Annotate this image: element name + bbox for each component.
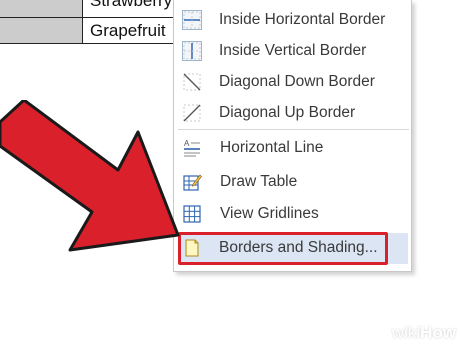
table-cell-shaded[interactable] [0,0,83,18]
inside-vertical-border-icon [182,41,202,61]
menu-item-label: Inside Horizontal Border [219,11,386,28]
menu-item-label: Draw Table [220,173,298,190]
menu-item-horizontal-line[interactable]: A Horizontal Line [174,133,411,164]
menu-item-label: Inside Vertical Border [219,42,367,59]
inside-horizontal-border-icon [182,10,202,30]
menu-item-diagonal-down-border[interactable]: Diagonal Down Border [174,67,411,98]
pointer-arrow-icon [0,100,180,252]
watermark-logo: wikiHow [391,323,456,342]
highlight-outline [178,232,388,265]
table-row: Grapefruit [0,18,197,44]
menu-item-inside-vertical-border[interactable]: Inside Vertical Border [174,36,411,67]
menu-item-view-gridlines[interactable]: View Gridlines [174,199,411,230]
menu-separator [178,129,409,130]
table-row: Strawberry [0,0,197,18]
menu-item-inside-horizontal-border[interactable]: Inside Horizontal Border [174,5,411,36]
menu-item-label: Diagonal Down Border [219,73,375,90]
menu-item-label: Horizontal Line [220,139,324,156]
table-cell-shaded[interactable] [0,18,83,44]
menu-item-draw-table[interactable]: Draw Table [174,167,411,198]
diagonal-down-border-icon [182,72,202,92]
menu-item-label: View Gridlines [220,205,319,222]
menu-item-diagonal-up-border[interactable]: Diagonal Up Border [174,98,411,129]
menu-item-label: Diagonal Up Border [219,104,356,121]
